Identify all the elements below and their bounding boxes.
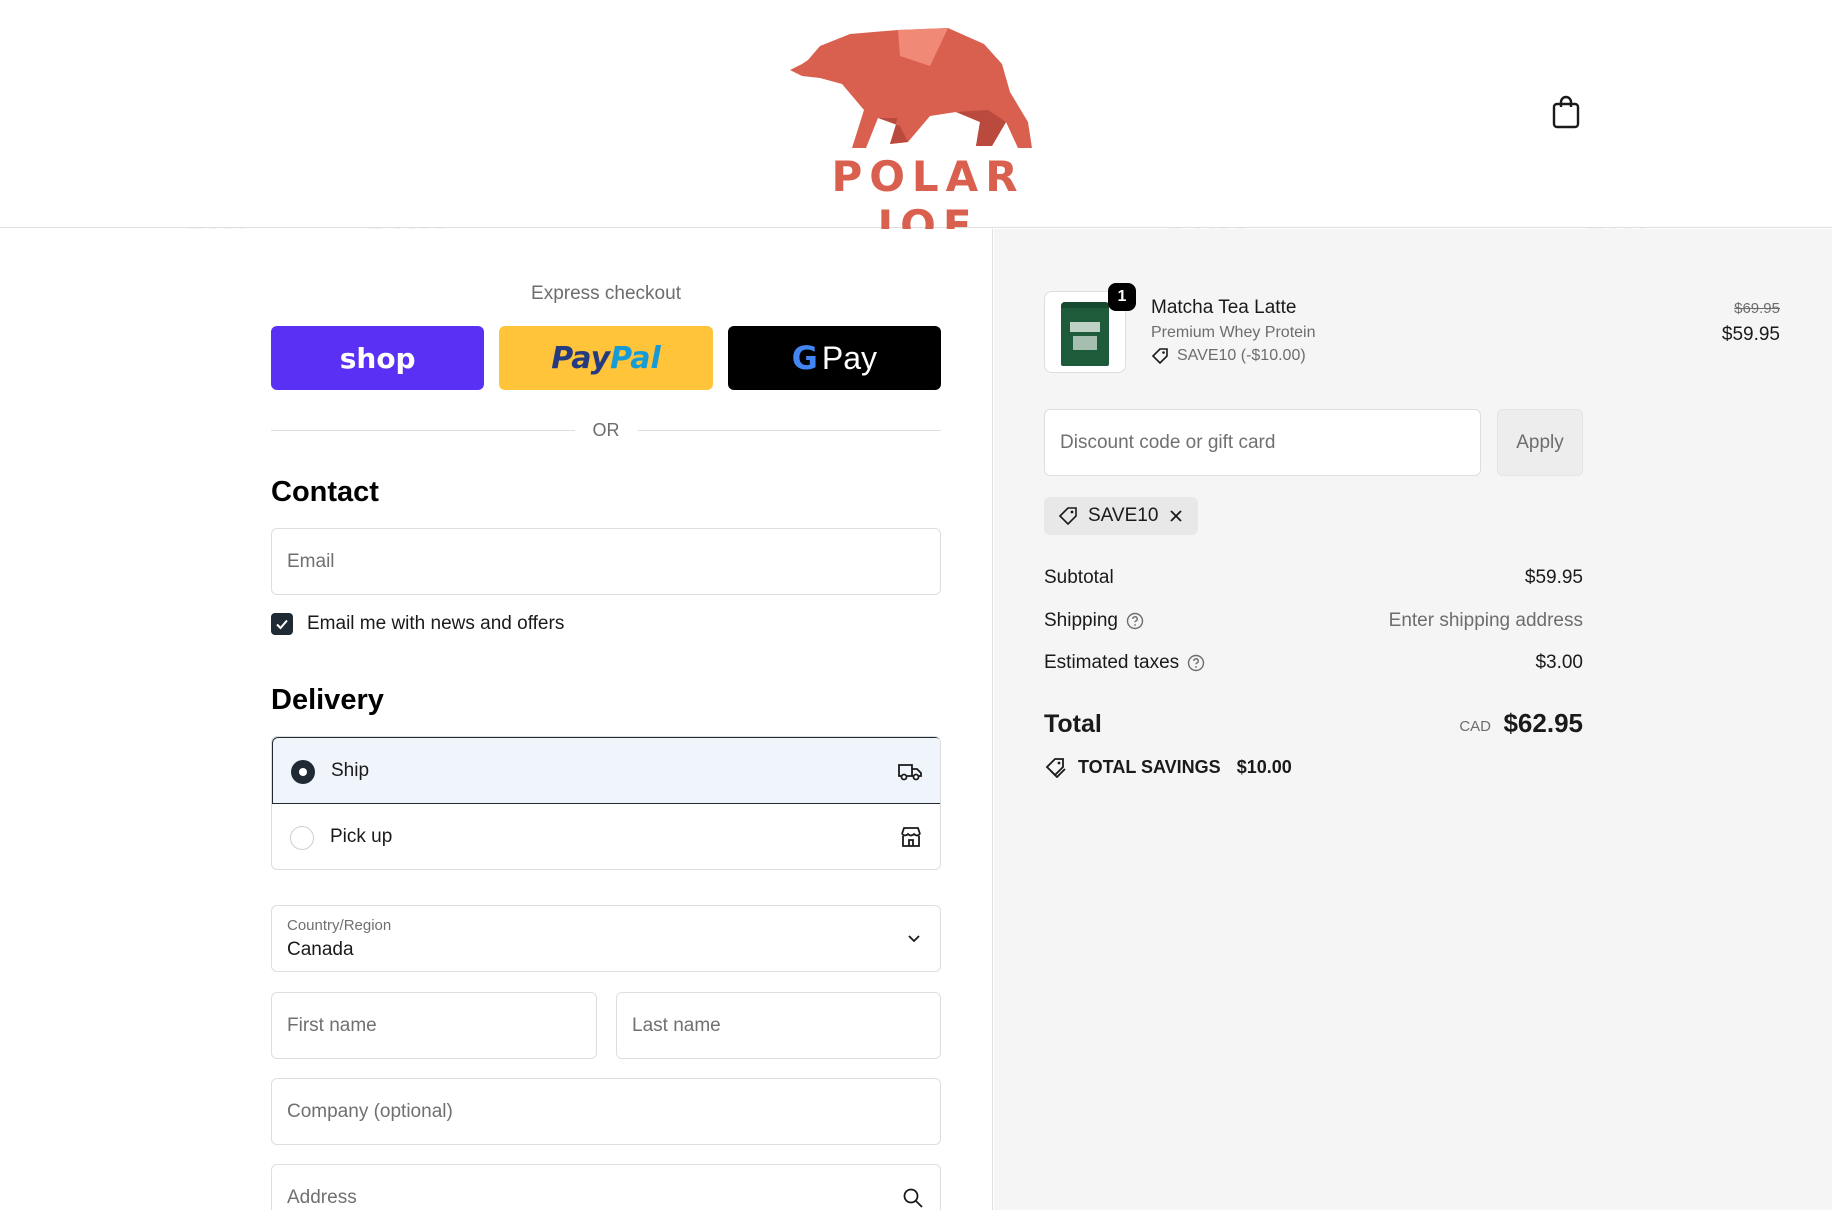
tag-icon <box>1045 758 1066 778</box>
shop-pay-button[interactable]: shop <box>271 326 485 390</box>
shop-pay-label: shop <box>339 341 416 375</box>
first-name-placeholder: First name <box>287 1015 377 1036</box>
address-field[interactable]: Address <box>271 1164 941 1210</box>
company-field[interactable]: Company (optional) <box>271 1078 941 1145</box>
delivery-option-pickup[interactable]: Pick up <box>272 804 940 869</box>
product-discount: SAVE10 (-$10.00) <box>1151 347 1306 365</box>
checkout-form: Express checkout shop Pay Pal G Pay OR Co… <box>0 229 993 1210</box>
close-icon[interactable] <box>1168 508 1184 524</box>
shipping-value: Enter shipping address <box>1388 610 1583 631</box>
newsletter-label: Email me with news and offers <box>307 613 565 634</box>
paypal-label-pay: Pay <box>551 340 611 376</box>
truck-icon <box>898 764 922 781</box>
product-variant: Premium Whey Protein <box>1151 324 1316 341</box>
total-value: $62.95 <box>1503 708 1583 738</box>
shipping-label: Shipping <box>1044 610 1118 631</box>
product-discount-label: SAVE10 (-$10.00) <box>1177 347 1306 364</box>
or-label: OR <box>592 419 620 440</box>
search-icon <box>903 1188 923 1208</box>
checkmark-icon <box>276 619 288 630</box>
total-label: Total <box>1044 710 1102 738</box>
shopping-bag-icon <box>1552 95 1580 129</box>
applied-discount-chip: SAVE10 <box>1044 497 1199 535</box>
radio-selected[interactable] <box>291 760 315 784</box>
total-row: Total CAD $62.95 <box>1044 706 1583 746</box>
company-placeholder: Company (optional) <box>287 1101 453 1122</box>
cart-button[interactable] <box>1550 94 1582 130</box>
delivery-option-label: Pick up <box>330 826 393 847</box>
apply-button[interactable]: Apply <box>1497 409 1583 476</box>
express-checkout-title: Express checkout <box>531 283 681 304</box>
divider-line <box>637 429 941 431</box>
google-pay-label: Pay <box>821 339 878 376</box>
country-label: Country/Region <box>287 917 392 934</box>
applied-code-label: SAVE10 <box>1088 505 1159 526</box>
savings-label: TOTAL SAVINGS <box>1078 756 1221 777</box>
email-placeholder: Email <box>287 551 335 572</box>
site-header: POLAR JOE <box>0 0 1832 250</box>
newsletter-row: Email me with news and offers <box>271 613 941 635</box>
google-pay-button[interactable]: G Pay <box>727 326 941 390</box>
brand-logo[interactable]: POLAR JOE <box>780 26 1076 250</box>
price-original: $69.95 <box>1734 300 1780 317</box>
delivery-heading: Delivery <box>271 684 384 716</box>
email-field[interactable]: Email <box>271 528 941 595</box>
help-icon[interactable] <box>1126 612 1144 630</box>
product-name: Matcha Tea Latte <box>1151 297 1297 318</box>
google-g-icon: G <box>791 339 818 377</box>
taxes-label-group: Estimated taxes <box>1044 652 1205 674</box>
country-value: Canada <box>287 939 354 960</box>
quantity-badge: 1 <box>1108 283 1136 311</box>
last-name-placeholder: Last name <box>632 1015 721 1036</box>
delivery-option-ship[interactable]: Ship <box>272 737 940 804</box>
tag-icon <box>1151 348 1168 365</box>
country-select[interactable]: Country/Region Canada <box>271 905 941 972</box>
chevron-down-icon <box>908 935 920 943</box>
divider-line <box>271 429 575 431</box>
express-checkout-buttons: shop Pay Pal G Pay <box>271 326 941 390</box>
store-icon <box>901 827 921 847</box>
total-savings: TOTAL SAVINGS $10.00 <box>1044 756 1292 778</box>
polar-bear-icon <box>790 28 1032 148</box>
product-image <box>1061 302 1109 366</box>
total-currency: CAD <box>1459 718 1491 735</box>
or-divider: OR <box>271 415 941 445</box>
contact-heading: Contact <box>271 476 379 508</box>
order-summary: 1 Matcha Tea Latte Premium Whey Protein … <box>994 229 1832 1210</box>
last-name-field[interactable]: Last name <box>616 992 941 1059</box>
taxes-label: Estimated taxes <box>1044 652 1180 673</box>
taxes-value: $3.00 <box>1535 652 1583 673</box>
shipping-label-group: Shipping <box>1044 610 1144 632</box>
discount-code-input[interactable]: Discount code or gift card <box>1044 409 1481 476</box>
discount-code-placeholder: Discount code or gift card <box>1060 432 1276 453</box>
paypal-label-pal: Pal <box>610 340 661 376</box>
savings-value: $10.00 <box>1236 756 1292 777</box>
first-name-field[interactable]: First name <box>271 992 597 1059</box>
radio-unselected[interactable] <box>290 826 314 850</box>
newsletter-checkbox[interactable] <box>271 613 293 635</box>
paypal-button[interactable]: Pay Pal <box>499 326 713 390</box>
tag-icon <box>1058 507 1077 526</box>
address-placeholder: Address <box>287 1187 357 1208</box>
subtotal-label: Subtotal <box>1044 567 1114 588</box>
price-current: $59.95 <box>1721 324 1780 345</box>
subtotal-value: $59.95 <box>1524 567 1583 588</box>
delivery-option-label: Ship <box>331 760 370 781</box>
help-icon[interactable] <box>1187 654 1205 672</box>
delivery-method-group: Ship Pick up <box>271 736 941 870</box>
